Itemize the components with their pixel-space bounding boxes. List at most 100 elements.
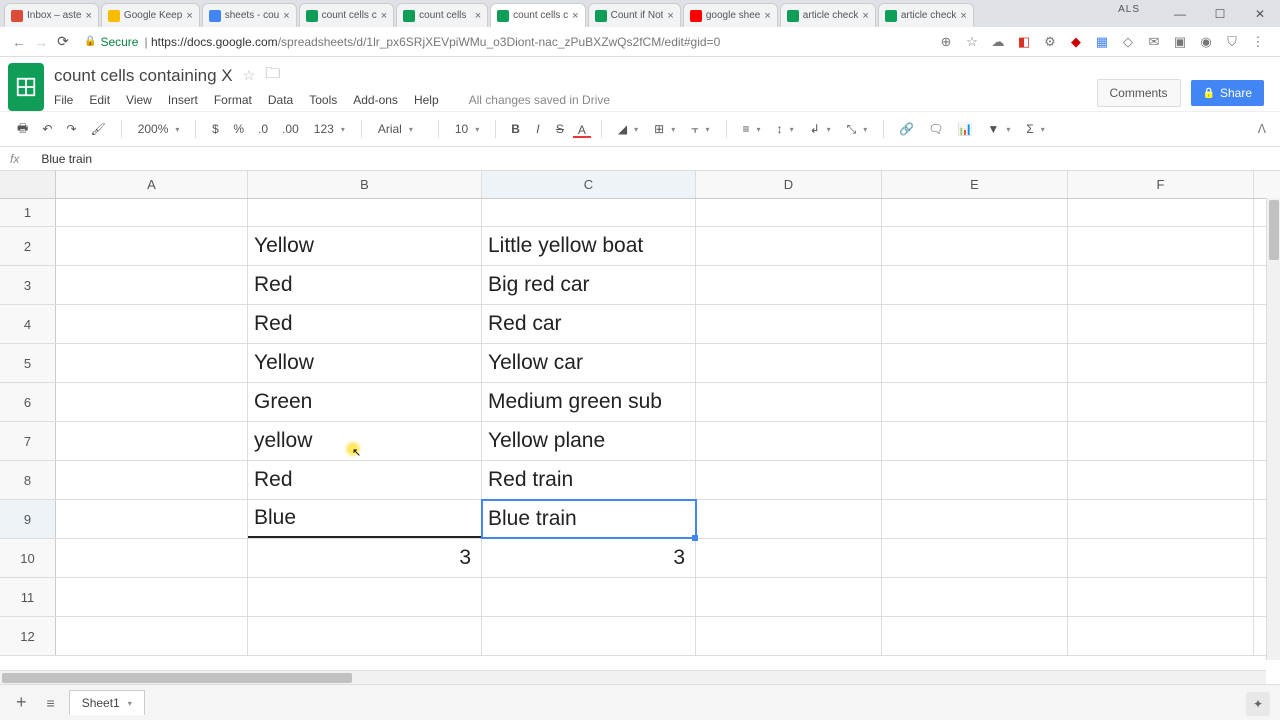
cell[interactable]	[696, 422, 882, 460]
close-icon[interactable]: ×	[667, 10, 673, 22]
cell[interactable]	[696, 383, 882, 421]
cell[interactable]	[882, 266, 1068, 304]
cell[interactable]	[248, 617, 482, 655]
cell[interactable]	[482, 617, 696, 655]
cell[interactable]	[882, 617, 1068, 655]
close-icon[interactable]: ×	[862, 10, 868, 22]
cell[interactable]	[1068, 500, 1254, 538]
url-box[interactable]: 🔒 Secure | https://docs.google.com /spre…	[84, 35, 938, 49]
cell[interactable]	[882, 344, 1068, 382]
menu-tools[interactable]: Tools	[309, 93, 337, 107]
vertical-scrollbar[interactable]	[1266, 198, 1280, 660]
cell[interactable]	[56, 227, 248, 265]
halign-icon[interactable]: ≡	[737, 119, 767, 139]
merge-icon[interactable]: ⫟	[685, 119, 715, 140]
menu-help[interactable]: Help	[414, 93, 439, 107]
star-icon[interactable]: ☆	[243, 67, 256, 84]
browser-tab[interactable]: Inbox – aste×	[4, 3, 99, 27]
close-icon[interactable]: ✕	[1240, 7, 1280, 21]
cell[interactable]	[1068, 617, 1254, 655]
cell[interactable]	[696, 539, 882, 577]
browser-tab[interactable]: Google Keep×	[101, 3, 200, 27]
ext-icon[interactable]: ◉	[1198, 34, 1214, 50]
paint-format-icon[interactable]: 🖌	[85, 119, 110, 139]
strike-icon[interactable]: S	[551, 119, 569, 139]
cell[interactable]: Yellow	[248, 227, 482, 265]
menu-icon[interactable]: ⋮	[1250, 34, 1266, 50]
cell[interactable]: Red	[248, 305, 482, 343]
menu-data[interactable]: Data	[268, 93, 293, 107]
cell[interactable]	[696, 617, 882, 655]
cell[interactable]: Red	[248, 461, 482, 499]
rotate-icon[interactable]: ⤡	[841, 119, 874, 140]
cell[interactable]: Green	[248, 383, 482, 421]
minimize-icon[interactable]: —	[1160, 7, 1200, 21]
more-formats-select[interactable]: 123	[308, 119, 351, 139]
cell[interactable]	[56, 539, 248, 577]
ext-icon[interactable]: ◧	[1016, 34, 1032, 50]
menu-addons[interactable]: Add-ons	[353, 93, 398, 107]
decrease-dec-icon[interactable]: .0	[253, 119, 273, 139]
zoom-icon[interactable]: ⊕	[938, 34, 954, 50]
cell[interactable]	[882, 422, 1068, 460]
cell[interactable]	[882, 305, 1068, 343]
cell[interactable]: Medium green sub	[482, 383, 696, 421]
close-icon[interactable]: ×	[186, 10, 192, 22]
col-header-E[interactable]: E	[882, 171, 1068, 198]
cell-selected[interactable]: Blue train	[482, 500, 696, 538]
cell[interactable]	[56, 500, 248, 538]
reload-icon[interactable]: ⟳	[52, 33, 74, 50]
borders-icon[interactable]: ⊞	[648, 119, 681, 139]
maximize-icon[interactable]: ☐	[1200, 7, 1240, 21]
formula-value[interactable]: Blue train	[41, 152, 92, 166]
ext-icon[interactable]: ◇	[1120, 34, 1136, 50]
currency-icon[interactable]: $	[206, 119, 224, 139]
close-icon[interactable]: ×	[475, 10, 481, 22]
browser-tab[interactable]: article check×	[878, 3, 974, 27]
cell[interactable]	[56, 266, 248, 304]
cell[interactable]	[882, 383, 1068, 421]
redo-icon[interactable]: ↷	[61, 119, 81, 139]
cell[interactable]	[696, 199, 882, 226]
browser-tab[interactable]: count cells c×	[299, 3, 394, 27]
col-header-A[interactable]: A	[56, 171, 248, 198]
font-select[interactable]: Arial	[372, 119, 428, 139]
sheets-logo-icon[interactable]	[8, 63, 44, 111]
browser-tab[interactable]: count cells×	[396, 3, 488, 27]
col-header-F[interactable]: F	[1068, 171, 1254, 198]
browser-tab[interactable]: google shee×	[683, 3, 778, 27]
close-icon[interactable]: ×	[85, 10, 91, 22]
cell[interactable]	[882, 461, 1068, 499]
cell[interactable]	[56, 305, 248, 343]
cell[interactable]	[56, 617, 248, 655]
row-header[interactable]: 7	[0, 422, 56, 460]
cell[interactable]	[882, 199, 1068, 226]
back-icon[interactable]: ←	[8, 34, 30, 50]
close-icon[interactable]: ×	[381, 10, 387, 22]
cell[interactable]	[248, 199, 482, 226]
cell[interactable]	[882, 539, 1068, 577]
cell[interactable]	[1068, 305, 1254, 343]
menu-edit[interactable]: Edit	[89, 93, 110, 107]
row-header[interactable]: 11	[0, 578, 56, 616]
cell[interactable]	[56, 344, 248, 382]
cell[interactable]: Yellow	[248, 344, 482, 382]
link-icon[interactable]: 🔗	[894, 119, 919, 139]
cell[interactable]	[1068, 227, 1254, 265]
cell[interactable]	[248, 578, 482, 616]
cell[interactable]	[56, 578, 248, 616]
cell[interactable]	[482, 199, 696, 226]
font-size-select[interactable]: 10	[449, 119, 485, 139]
cell[interactable]: 3	[248, 539, 482, 577]
cell[interactable]	[482, 578, 696, 616]
cell[interactable]: Blue	[248, 500, 482, 538]
chart-icon[interactable]: 📊	[952, 119, 977, 139]
percent-icon[interactable]: %	[228, 119, 249, 139]
functions-icon[interactable]: Σ	[1020, 119, 1050, 139]
cell[interactable]	[56, 199, 248, 226]
col-header-B[interactable]: B	[248, 171, 482, 198]
cell[interactable]	[882, 227, 1068, 265]
fill-color-icon[interactable]: ◢	[612, 119, 644, 139]
cell[interactable]: Red car	[482, 305, 696, 343]
cell[interactable]	[696, 344, 882, 382]
